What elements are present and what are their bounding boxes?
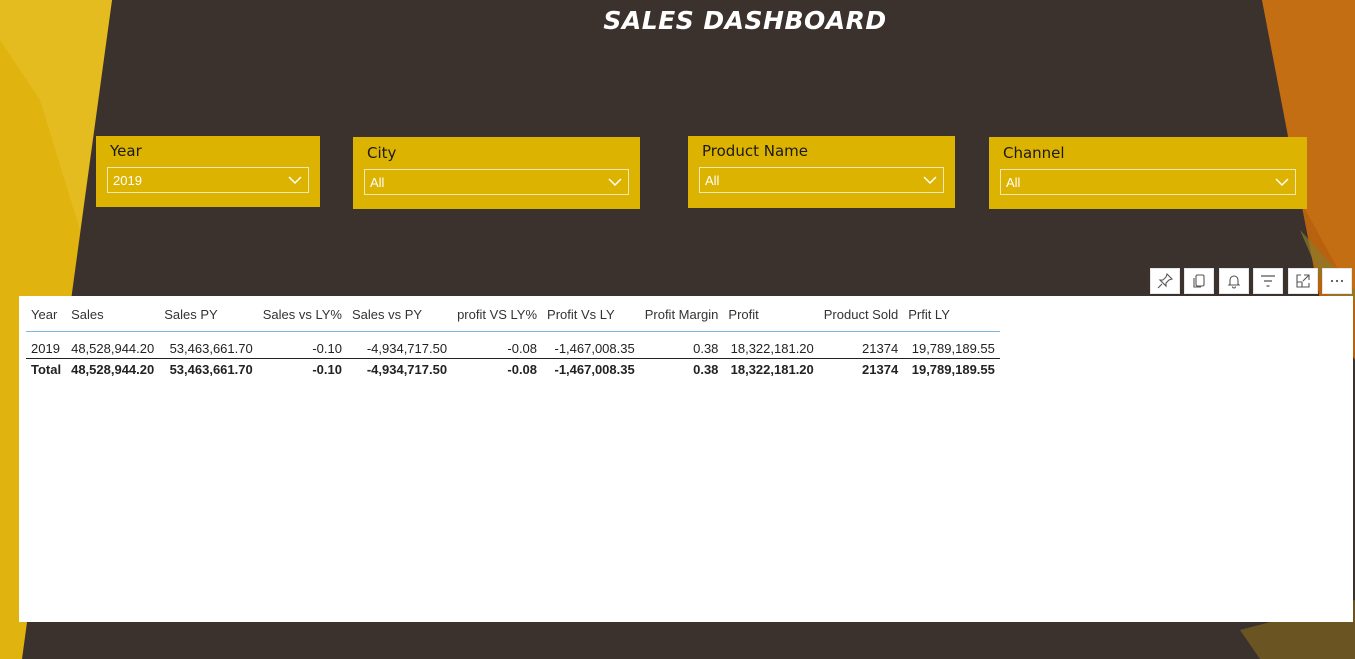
filter-button[interactable] bbox=[1253, 268, 1283, 294]
product-name-dropdown[interactable]: All bbox=[699, 167, 944, 193]
total-cell: 0.38 bbox=[639, 358, 724, 379]
dropdown-value: 2019 bbox=[113, 173, 142, 188]
table-cell: -4,934,717.50 bbox=[366, 341, 448, 356]
bell-icon bbox=[1227, 275, 1241, 289]
column-header[interactable]: Sales bbox=[66, 301, 160, 332]
channel-dropdown[interactable]: All bbox=[1000, 169, 1296, 195]
dashboard-title: SALES DASHBOARD bbox=[603, 6, 887, 35]
alert-button[interactable] bbox=[1219, 268, 1249, 294]
dropdown-value: All bbox=[705, 173, 720, 188]
chevron-down-icon bbox=[608, 178, 622, 187]
total-cell: 21374 bbox=[818, 358, 904, 379]
sales-table: Year Sales Sales PY Sales vs LY% Sales v… bbox=[26, 301, 1000, 379]
city-slicer: City All bbox=[353, 137, 640, 209]
table-cell: -0.08 bbox=[507, 341, 538, 356]
total-cell: 48,528,944.20 bbox=[66, 358, 160, 379]
column-header[interactable]: Product Sold bbox=[818, 301, 904, 332]
slicer-label: Year bbox=[110, 142, 142, 160]
dropdown-value: All bbox=[370, 175, 385, 190]
filter-icon bbox=[1261, 275, 1275, 287]
total-cell: -0.08 bbox=[452, 358, 543, 379]
table-row[interactable]: 2019 48,528,944.20 53,463,661.70 -0.10 -… bbox=[26, 332, 1000, 359]
table-header-row: Year Sales Sales PY Sales vs LY% Sales v… bbox=[26, 301, 1000, 332]
year-slicer: Year 2019 bbox=[96, 136, 320, 207]
table-cell: 48,528,944.20 bbox=[71, 341, 155, 356]
table-cell: 21374 bbox=[862, 341, 899, 356]
column-header[interactable]: Sales vs LY% bbox=[257, 301, 347, 332]
table-cell: 19,789,189.55 bbox=[911, 341, 995, 356]
slicer-label: City bbox=[367, 144, 397, 162]
total-cell: -0.10 bbox=[257, 358, 347, 379]
table-total-row[interactable]: Total 48,528,944.20 53,463,661.70 -0.10 … bbox=[26, 358, 1000, 379]
more-options-button[interactable] bbox=[1322, 268, 1352, 294]
table-cell: 0.38 bbox=[693, 341, 719, 356]
sales-table-visual[interactable]: Year Sales Sales PY Sales vs LY% Sales v… bbox=[19, 296, 1353, 622]
total-cell: 19,789,189.55 bbox=[903, 358, 1000, 379]
total-cell: -4,934,717.50 bbox=[346, 358, 453, 379]
table-cell: 18,322,181.20 bbox=[730, 341, 814, 356]
total-cell: 53,463,661.70 bbox=[159, 358, 258, 379]
column-header[interactable]: Profit bbox=[723, 301, 819, 332]
channel-slicer: Channel All bbox=[989, 137, 1307, 209]
total-label: Total bbox=[26, 358, 67, 379]
table-cell: 53,463,661.70 bbox=[169, 341, 253, 356]
chevron-down-icon bbox=[288, 176, 302, 185]
pin-icon bbox=[1157, 273, 1173, 289]
column-header[interactable]: Profit Margin bbox=[639, 301, 724, 332]
chevron-down-icon bbox=[923, 176, 937, 185]
year-dropdown[interactable]: 2019 bbox=[107, 167, 309, 193]
focus-mode-button[interactable] bbox=[1288, 268, 1318, 294]
column-header[interactable]: profit VS LY% bbox=[452, 301, 543, 332]
dashboard-canvas: SALES DASHBOARD Year 2019 City All Produ… bbox=[0, 0, 1355, 659]
column-header[interactable]: Sales vs PY bbox=[346, 301, 453, 332]
column-header[interactable]: Year bbox=[26, 301, 67, 332]
total-cell: 18,322,181.20 bbox=[723, 358, 819, 379]
copy-button[interactable] bbox=[1184, 268, 1214, 294]
chevron-down-icon bbox=[1275, 178, 1289, 187]
pin-button[interactable] bbox=[1150, 268, 1180, 294]
dropdown-value: All bbox=[1006, 175, 1021, 190]
total-cell: -1,467,008.35 bbox=[542, 358, 640, 379]
column-header[interactable]: Prfit LY bbox=[903, 301, 1000, 332]
slicer-label: Channel bbox=[1003, 144, 1065, 162]
slicer-label: Product Name bbox=[702, 142, 808, 160]
product-name-slicer: Product Name All bbox=[688, 136, 955, 208]
city-dropdown[interactable]: All bbox=[364, 169, 629, 195]
column-header[interactable]: Sales PY bbox=[159, 301, 258, 332]
table-cell: -0.10 bbox=[312, 341, 342, 356]
copy-icon bbox=[1193, 274, 1205, 288]
column-header[interactable]: Profit Vs LY bbox=[542, 301, 640, 332]
table-cell: -1,467,008.35 bbox=[554, 341, 635, 356]
focus-mode-icon bbox=[1296, 274, 1310, 288]
table-cell: 2019 bbox=[31, 341, 60, 356]
more-options-icon bbox=[1330, 279, 1344, 283]
